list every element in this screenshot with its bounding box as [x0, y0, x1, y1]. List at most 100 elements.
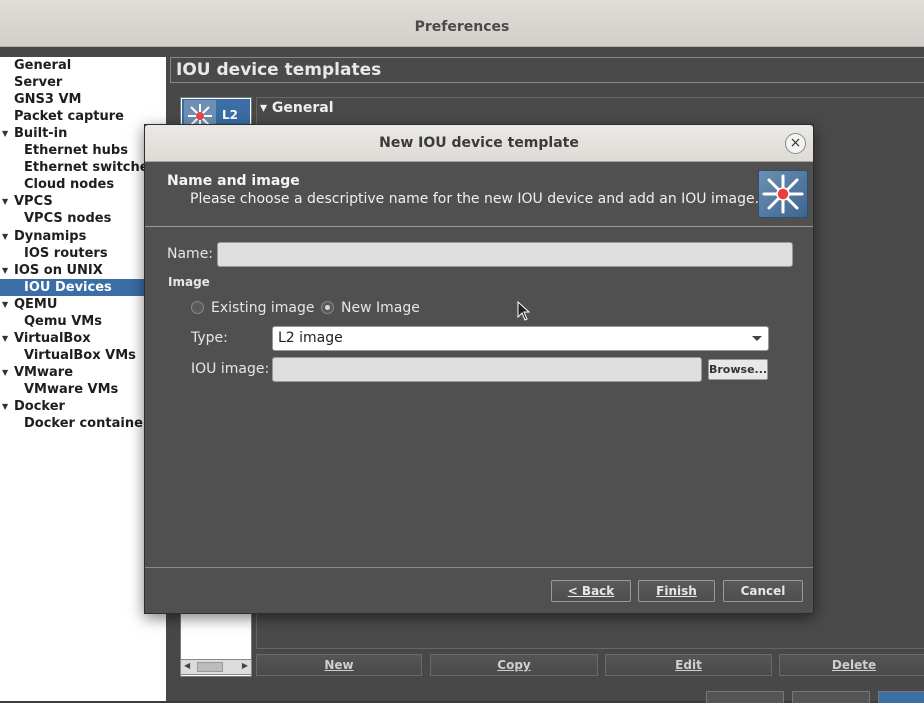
details-general-header: ▾ General: [260, 100, 334, 116]
sidebar-item-packet-capture[interactable]: Packet capture: [0, 108, 166, 125]
sidebar-item-label: Ethernet switches: [24, 160, 157, 176]
expand-arrow-icon[interactable]: ▼: [2, 330, 8, 347]
wizard-header: Name and image Please choose a descripti…: [145, 162, 813, 227]
existing-image-radio[interactable]: [191, 301, 204, 314]
wizard-footer-divider: [145, 567, 813, 568]
cancel-button-partial[interactable]: [792, 691, 870, 703]
sidebar-item-label: GNS3 VM: [14, 92, 82, 108]
existing-image-label[interactable]: Existing image: [211, 300, 315, 316]
sidebar-item-label: General: [14, 58, 72, 73]
sidebar-item-label: Docker containers: [24, 416, 158, 432]
scroll-right-icon[interactable]: ▶: [242, 661, 248, 670]
dialog-titlebar: New IOU device template ×: [145, 125, 813, 162]
sidebar-item-ethernet-switches[interactable]: Ethernet switches: [0, 159, 166, 176]
sidebar-item-qemu-vms[interactable]: Qemu VMs: [0, 313, 166, 330]
expand-arrow-icon[interactable]: ▼: [2, 296, 8, 313]
expand-arrow-icon[interactable]: ▼: [2, 193, 8, 210]
sidebar-item-docker[interactable]: ▼ Docker: [0, 398, 166, 415]
preferences-tree: General Server GNS3 VM Packet capture ▼ Built…: [0, 57, 166, 701]
scrollbar-thumb[interactable]: [197, 662, 223, 672]
sidebar-item-ios-on-unix[interactable]: ▼ IOS on UNIX: [0, 262, 166, 279]
sidebar-item-label: VirtualBox VMs: [24, 347, 136, 363]
sidebar-item-label: VirtualBox: [14, 330, 91, 346]
finish-button[interactable]: Finish: [638, 580, 715, 602]
sidebar-item-label: VPCS: [14, 194, 53, 210]
sidebar-item-label: VPCS nodes: [24, 211, 112, 227]
new-iou-template-dialog: New IOU device template × Name and image…: [144, 124, 814, 614]
delete-button-label: Delete: [831, 658, 877, 672]
sidebar-item-vpcs[interactable]: ▼ VPCS: [0, 193, 166, 210]
type-select[interactable]: L2 image: [272, 326, 769, 351]
type-label: Type:: [191, 330, 228, 346]
sidebar-item-label: Qemu VMs: [24, 313, 102, 329]
copy-button[interactable]: Copy: [430, 654, 598, 676]
sidebar-item-label: Packet capture: [14, 109, 124, 125]
sidebar-item-label: QEMU: [14, 296, 58, 312]
sidebar-item-vpcs-nodes[interactable]: VPCS nodes: [0, 210, 166, 227]
sidebar-item-qemu[interactable]: ▼ QEMU: [0, 296, 166, 313]
expand-arrow-icon[interactable]: ▼: [2, 125, 8, 142]
finish-button-label: Finish: [656, 584, 697, 598]
sidebar-item-label: Dynamips: [14, 228, 87, 244]
browse-button[interactable]: Browse...: [708, 359, 768, 380]
sidebar-item-iou-devices[interactable]: IOU Devices: [0, 278, 166, 296]
cancel-button[interactable]: Cancel: [723, 580, 803, 602]
back-button[interactable]: < Back: [551, 580, 631, 602]
window-title: Preferences: [414, 19, 510, 35]
name-input[interactable]: [217, 242, 793, 267]
expand-arrow-icon[interactable]: ▼: [2, 228, 8, 245]
sidebar-item-label: Built-in: [14, 126, 68, 142]
new-image-radio[interactable]: [321, 301, 334, 314]
sidebar-item-virtualbox[interactable]: ▼ VirtualBox: [0, 330, 166, 347]
sidebar-item-vmware-vms[interactable]: VMware VMs: [0, 381, 166, 398]
sidebar-item-vmware[interactable]: ▼ VMware: [0, 364, 166, 381]
sidebar-item-label: Docker: [14, 399, 65, 414]
apply-button-partial[interactable]: [706, 691, 784, 703]
sidebar-item-label: IOU Devices: [24, 279, 112, 295]
switch-logo-svg: [762, 174, 804, 214]
template-list-scrollbar[interactable]: ◀ ▶: [180, 659, 252, 675]
sidebar-item-label: Cloud nodes: [24, 177, 115, 193]
copy-button-label: Copy: [497, 658, 531, 672]
sidebar-item-label: IOS on UNIX: [14, 262, 103, 278]
sidebar-item-label: Ethernet hubs: [24, 143, 128, 159]
delete-button[interactable]: Delete: [779, 654, 924, 676]
sidebar-item-general[interactable]: General: [0, 57, 166, 74]
dialog-title: New IOU device template: [379, 135, 579, 151]
sidebar-item-docker-containers[interactable]: Docker containers: [0, 415, 166, 432]
sidebar-item-label: Server: [14, 75, 63, 91]
details-general-label: General: [271, 100, 334, 116]
iou-image-input[interactable]: [272, 357, 702, 382]
back-button-label: < Back: [567, 584, 615, 598]
sidebar-item-label: VMware VMs: [24, 381, 119, 397]
expand-arrow-icon[interactable]: ▼: [2, 262, 8, 279]
sidebar-item-ethernet-hubs[interactable]: Ethernet hubs: [0, 142, 166, 159]
scroll-left-icon[interactable]: ◀: [184, 661, 190, 670]
sidebar-item-dynamips[interactable]: ▼ Dynamips: [0, 228, 166, 245]
sidebar-item-label: IOS routers: [24, 245, 108, 261]
chevron-down-icon: [752, 336, 762, 341]
wizard-header-subtitle: Please choose a descriptive name for the…: [190, 191, 760, 207]
edit-button-label: Edit: [675, 658, 702, 672]
new-button[interactable]: New: [256, 654, 422, 676]
expand-arrow-icon[interactable]: ▼: [2, 364, 8, 381]
new-button-label: New: [324, 658, 354, 672]
sidebar-item-cloud-nodes[interactable]: Cloud nodes: [0, 176, 166, 193]
ok-button-partial[interactable]: [878, 691, 924, 703]
new-image-label[interactable]: New Image: [341, 300, 420, 316]
expand-arrow-icon[interactable]: ▼: [2, 398, 8, 415]
sidebar-item-virtualbox-vms[interactable]: VirtualBox VMs: [0, 347, 166, 364]
page-title: IOU device templates: [170, 57, 924, 83]
sidebar-item-built-in[interactable]: ▼ Built-in: [0, 125, 166, 142]
sidebar-item-gns3-vm[interactable]: GNS3 VM: [0, 91, 166, 108]
type-select-value: L2 image: [278, 330, 343, 346]
sidebar-item-server[interactable]: Server: [0, 74, 166, 91]
sidebar-item-label: VMware: [14, 364, 74, 380]
template-item-label: L2: [222, 108, 238, 122]
edit-button[interactable]: Edit: [605, 654, 772, 676]
sidebar-item-ios-routers[interactable]: IOS routers: [0, 245, 166, 262]
close-icon[interactable]: ×: [785, 133, 806, 154]
wizard-header-title: Name and image: [167, 173, 300, 189]
image-group-label: Image: [168, 275, 210, 289]
iou-image-label: IOU image:: [191, 361, 270, 377]
